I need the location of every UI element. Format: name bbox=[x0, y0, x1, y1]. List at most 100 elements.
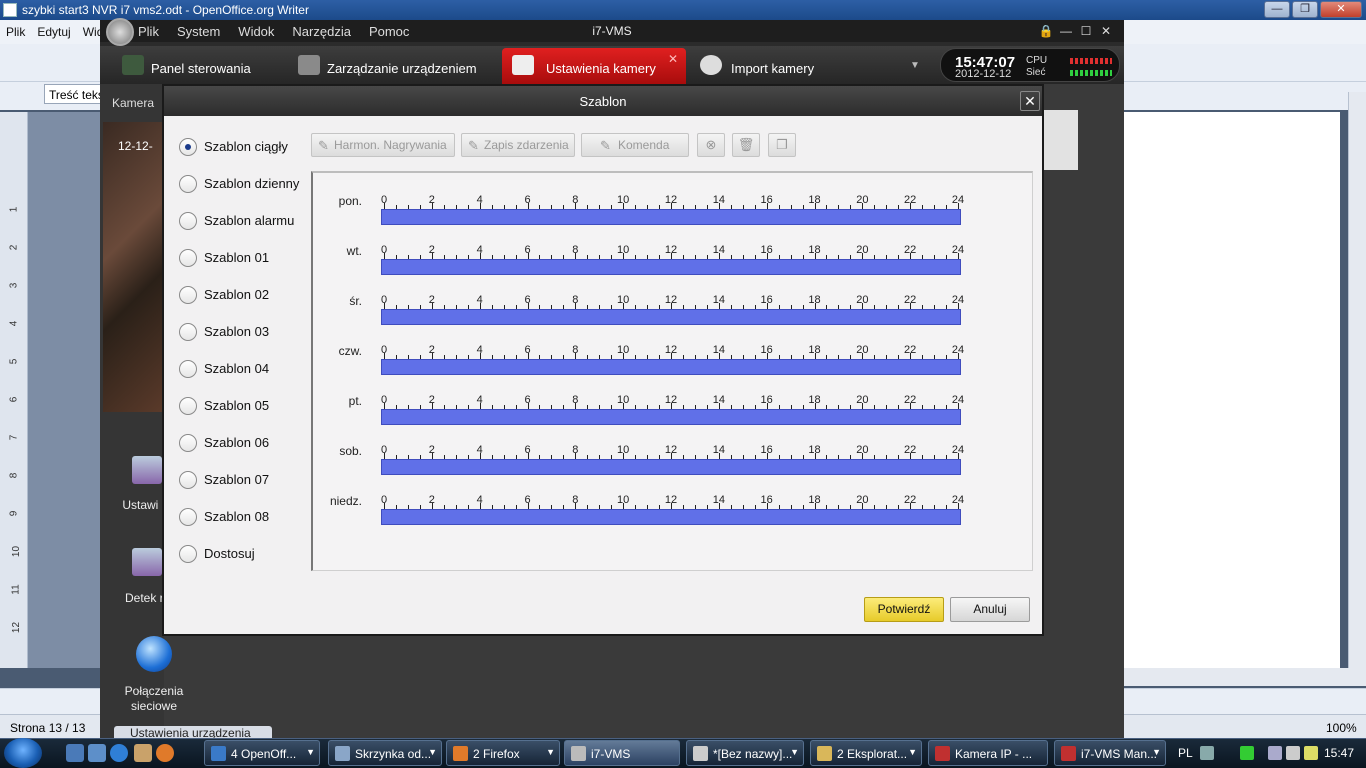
template-radio-label[interactable]: Dostosuj bbox=[204, 546, 255, 561]
tab-control-panel[interactable]: Panel sterowania bbox=[112, 48, 284, 84]
taskbar-task[interactable]: Kamera IP - ... bbox=[928, 740, 1048, 766]
maximize-icon[interactable]: ☐ bbox=[1078, 23, 1094, 39]
schedule-bar[interactable] bbox=[381, 509, 961, 525]
template-radio-label[interactable]: Szablon alarmu bbox=[204, 213, 294, 228]
template-radio[interactable] bbox=[179, 249, 197, 267]
side-camera-tab[interactable]: Kamera bbox=[112, 96, 154, 110]
globe-icon[interactable] bbox=[136, 636, 172, 672]
side-item-network[interactable]: Połączenia sieciowe bbox=[104, 684, 204, 714]
taskbar-task[interactable]: i7-VMS bbox=[564, 740, 680, 766]
template-radio[interactable] bbox=[179, 397, 197, 415]
day-label: niedz. bbox=[329, 494, 362, 508]
button-label: Harmon. Nagrywania bbox=[334, 138, 447, 152]
schedule-bar[interactable] bbox=[381, 309, 961, 325]
schedule-recording-button[interactable]: ✎ Harmon. Nagrywania bbox=[311, 133, 455, 157]
vms-menu-file[interactable]: Plik bbox=[138, 24, 159, 39]
template-radio[interactable] bbox=[179, 138, 197, 156]
template-radio-label[interactable]: Szablon 02 bbox=[204, 287, 269, 302]
template-radio[interactable] bbox=[179, 508, 197, 526]
vertical-scrollbar[interactable] bbox=[1348, 92, 1366, 668]
oo-menu-edit[interactable]: Edytuj bbox=[37, 25, 70, 44]
copy-icon[interactable]: ❐ bbox=[768, 133, 796, 157]
template-radio-label[interactable]: Szablon 03 bbox=[204, 324, 269, 339]
internet-explorer-icon[interactable] bbox=[110, 744, 128, 762]
tab-device-management[interactable]: Zarządzanie urządzeniem bbox=[288, 48, 496, 84]
minimize-icon[interactable]: — bbox=[1264, 1, 1290, 18]
confirm-button[interactable]: Potwierdź bbox=[864, 597, 944, 622]
lock-icon[interactable]: 🔒 bbox=[1038, 23, 1054, 39]
close-icon[interactable]: ✕ bbox=[1098, 23, 1114, 39]
close-icon[interactable]: ✕ bbox=[1020, 91, 1040, 111]
template-radio-label[interactable]: Szablon 04 bbox=[204, 361, 269, 376]
schedule-bar[interactable] bbox=[381, 359, 961, 375]
template-radio-label[interactable]: Szablon 08 bbox=[204, 509, 269, 524]
template-radio[interactable] bbox=[179, 545, 197, 563]
minimize-icon[interactable]: — bbox=[1058, 23, 1074, 39]
taskbar-task[interactable]: *[Bez nazwy]... ▼ bbox=[686, 740, 804, 766]
close-tab-icon[interactable]: ✕ bbox=[668, 52, 678, 66]
vms-menu-help[interactable]: Pomoc bbox=[369, 24, 409, 39]
template-radio[interactable] bbox=[179, 212, 197, 230]
ruler-number: 1 bbox=[8, 206, 20, 213]
folder-icon[interactable] bbox=[134, 744, 152, 762]
horizontal-scrollbar[interactable] bbox=[1124, 668, 1366, 686]
template-radio-label[interactable]: Szablon 06 bbox=[204, 435, 269, 450]
start-button[interactable] bbox=[4, 738, 42, 768]
vms-menu-system[interactable]: System bbox=[177, 24, 220, 39]
schedule-bar[interactable] bbox=[381, 209, 961, 225]
network-icon[interactable] bbox=[1268, 746, 1282, 760]
template-radio-label[interactable]: Szablon ciągły bbox=[204, 139, 288, 154]
template-radio[interactable] bbox=[179, 323, 197, 341]
volume-icon[interactable] bbox=[1286, 746, 1300, 760]
event-recording-button[interactable]: ✎ Zapis zdarzenia bbox=[461, 133, 575, 157]
template-radio[interactable] bbox=[179, 471, 197, 489]
security-icon[interactable] bbox=[1240, 746, 1254, 760]
taskbar-task[interactable]: Skrzynka od... ▼ bbox=[328, 740, 442, 766]
schedule-bar[interactable] bbox=[381, 459, 961, 475]
chevron-down-icon: ▼ bbox=[908, 747, 917, 757]
command-button[interactable]: ✎ Komenda bbox=[581, 133, 689, 157]
keyboard-icon[interactable] bbox=[1200, 746, 1214, 760]
vms-menu-view[interactable]: Widok bbox=[238, 24, 274, 39]
notification-icon[interactable] bbox=[1304, 746, 1318, 760]
language-indicator[interactable]: PL bbox=[1178, 746, 1193, 760]
status-zoom[interactable]: 100% bbox=[1326, 721, 1357, 735]
taskbar-task[interactable]: 2 Eksplorat... ▼ bbox=[810, 740, 922, 766]
template-radio-label[interactable]: Szablon 07 bbox=[204, 472, 269, 487]
chevron-down-icon: ▼ bbox=[790, 747, 799, 757]
button-label: Zapis zdarzenia bbox=[484, 138, 569, 152]
taskbar-clock[interactable]: 15:47 bbox=[1324, 746, 1354, 760]
schedule-bar[interactable] bbox=[381, 259, 961, 275]
clear-icon[interactable]: ⊗ bbox=[697, 133, 725, 157]
tab-camera-import[interactable]: Import kamery bbox=[690, 48, 840, 84]
template-radio[interactable] bbox=[179, 175, 197, 193]
taskbar-task[interactable]: i7-VMS Man... ▼ bbox=[1054, 740, 1166, 766]
taskbar-task[interactable]: 4 OpenOff... ▼ bbox=[204, 740, 320, 766]
vms-menu-tools[interactable]: Narzędzia bbox=[292, 24, 351, 39]
template-radio[interactable] bbox=[179, 434, 197, 452]
delete-icon[interactable]: 🗑 bbox=[732, 133, 760, 157]
tab-camera-settings[interactable]: Ustawienia kamery ✕ bbox=[502, 48, 686, 84]
motion-detection-icon[interactable] bbox=[132, 548, 162, 576]
taskbar-task[interactable]: 2 Firefox ▼ bbox=[446, 740, 560, 766]
explorer-icon[interactable] bbox=[88, 744, 106, 762]
template-radio[interactable] bbox=[179, 286, 197, 304]
openoffice-doc-icon bbox=[3, 3, 17, 17]
template-radio-label[interactable]: Szablon 01 bbox=[204, 250, 269, 265]
firefox-icon[interactable] bbox=[156, 744, 174, 762]
restore-icon[interactable]: ❐ bbox=[1292, 1, 1318, 18]
paragraph-style-select[interactable]: Treść teks bbox=[44, 84, 104, 104]
tabs-dropdown-icon[interactable]: ▼ bbox=[910, 60, 920, 71]
task-label: 2 Eksplorat... bbox=[837, 747, 908, 761]
cancel-button[interactable]: Anuluj bbox=[950, 597, 1030, 622]
image-settings-icon[interactable] bbox=[132, 456, 162, 484]
template-radio-label[interactable]: Szablon 05 bbox=[204, 398, 269, 413]
template-radio-label[interactable]: Szablon dzienny bbox=[204, 176, 299, 191]
oo-menu-file[interactable]: Plik bbox=[6, 25, 25, 44]
template-radio[interactable] bbox=[179, 360, 197, 378]
network-label: Sieć bbox=[1026, 67, 1046, 78]
oo-title-bar: szybki start3 NVR i7 vms2.odt - OpenOffi… bbox=[0, 0, 1366, 20]
schedule-bar[interactable] bbox=[381, 409, 961, 425]
show-desktop-icon[interactable] bbox=[66, 744, 84, 762]
close-icon[interactable]: ✕ bbox=[1320, 1, 1362, 18]
